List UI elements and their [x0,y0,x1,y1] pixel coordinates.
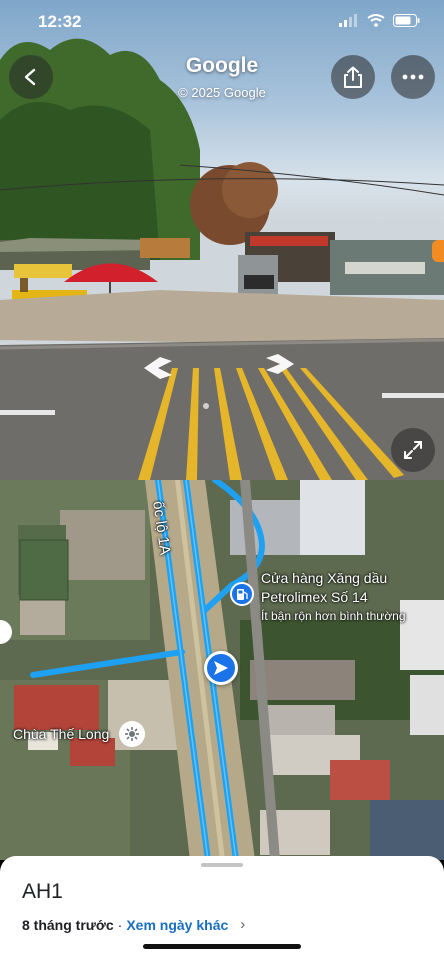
direction-arrow-icon [214,661,228,675]
navigate-left-arrow[interactable] [142,355,174,381]
current-view-marker[interactable] [204,651,238,685]
street-view-panorama[interactable]: 12:32 Google © 2025 Google [0,0,444,480]
expand-button[interactable] [391,428,435,472]
see-other-dates-link[interactable]: Xem ngày khác [126,917,228,933]
gas-station-pin[interactable] [230,582,254,606]
capture-age: 8 tháng trước [22,916,114,933]
poi-name-line2[interactable]: Petrolimex Số 14 [261,589,368,605]
chevron-right-icon[interactable]: › [240,916,245,933]
status-time: 12:32 [38,12,82,31]
satellite-map[interactable]: ốc lộ 1A Cửa hàng Xăng dầu Petrolimex Số… [0,480,444,860]
google-logo-text: Google [185,54,259,77]
expand-icon [404,441,422,459]
temple-icon [125,727,139,741]
gas-station-icon [237,588,248,600]
navigate-right-arrow[interactable] [264,352,296,376]
more-horizontal-icon [402,74,424,80]
separator-dot: · [117,916,123,933]
home-indicator [143,944,301,949]
share-icon [344,66,362,88]
side-edge-marker [432,240,444,262]
share-button[interactable] [331,55,375,99]
temple-label[interactable]: Chùa Thế Long [13,726,109,742]
sheet-drag-handle[interactable] [201,863,243,867]
poi-busy-status: Ít bận rộn hơn bình thường [261,609,406,623]
wifi-icon [367,14,385,27]
place-title: AH1 [22,880,63,903]
signal-icon [339,14,357,27]
bottom-sheet[interactable]: AH1 8 tháng trước · Xem ngày khác › [0,856,444,960]
status-bar: 12:32 [0,0,444,46]
battery-icon [393,14,420,27]
capture-date-row: 8 tháng trước · Xem ngày khác › [22,916,245,933]
poi-name-line1[interactable]: Cửa hàng Xăng dầu [261,570,387,586]
copyright-text: © 2025 Google [178,85,266,100]
more-options-button[interactable] [391,55,435,99]
temple-pin[interactable] [119,721,145,747]
